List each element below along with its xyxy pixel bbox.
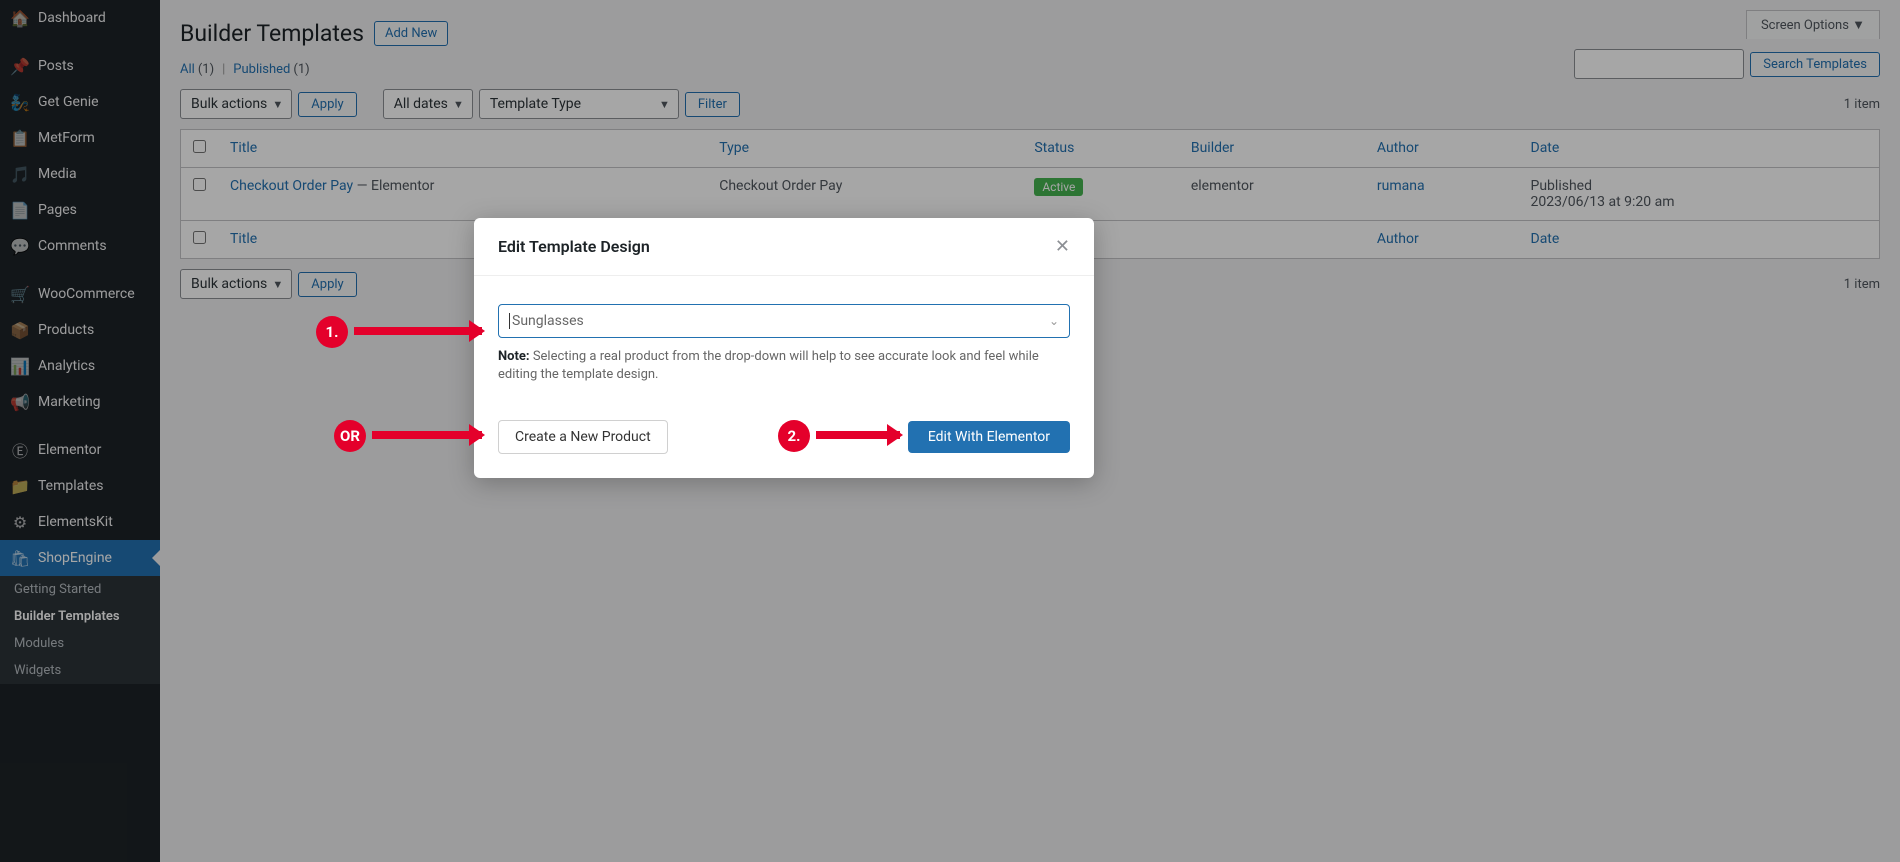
modal-title: Edit Template Design	[498, 237, 650, 256]
product-select[interactable]: Sunglasses ⌄	[498, 304, 1070, 338]
close-icon[interactable]: ✕	[1055, 236, 1070, 257]
annotation-2: 2.	[778, 420, 810, 452]
annotation-arrow-or	[372, 431, 482, 439]
annotation-1: 1.	[316, 316, 348, 348]
annotation-arrow-1	[354, 327, 482, 335]
annotation-arrow-2	[816, 431, 900, 439]
note-text: Note: Selecting a real product from the …	[498, 348, 1070, 384]
annotation-or: OR	[334, 420, 366, 452]
edit-with-elementor-button[interactable]: Edit With Elementor	[908, 421, 1070, 453]
chevron-down-icon: ⌄	[1049, 314, 1059, 328]
create-product-button[interactable]: Create a New Product	[498, 420, 668, 454]
